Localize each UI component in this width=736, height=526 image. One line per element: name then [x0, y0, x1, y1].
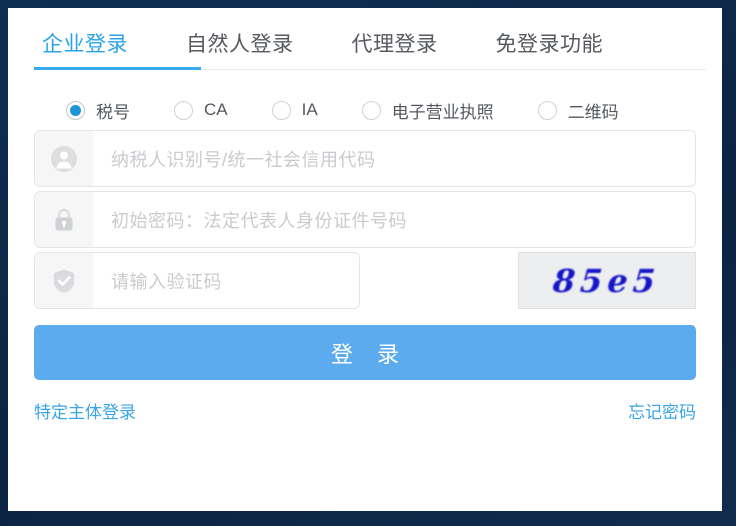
radio-label: CA	[204, 100, 228, 119]
login-card: 企业登录 自然人登录 代理登录 免登录功能 税号 CA IA 电子营业执照 二维…	[8, 8, 722, 511]
forgot-password-link[interactable]: 忘记密码	[628, 398, 696, 423]
captcha-field-row: 请输入验证码 85e5	[8, 252, 722, 309]
shield-check-icon	[35, 253, 93, 308]
login-button[interactable]: 登 录	[34, 325, 696, 380]
username-field-row: 纳税人识别号/统一社会信用代码	[8, 130, 722, 187]
tab-label: 自然人登录	[186, 33, 294, 56]
tab-enterprise-login[interactable]: 企业登录	[42, 28, 128, 70]
radio-option-ca[interactable]: CA	[174, 100, 228, 120]
radio-mark-icon	[537, 100, 557, 120]
radio-label: IA	[301, 100, 318, 119]
radio-label: 二维码	[567, 102, 619, 122]
username-input[interactable]: 纳税人识别号/统一社会信用代码	[93, 146, 695, 172]
tab-natural-person-login[interactable]: 自然人登录	[186, 28, 294, 70]
captcha-image-text: 85e5	[551, 261, 662, 300]
password-input-shell[interactable]: 初始密码：法定代表人身份证件号码	[34, 191, 696, 248]
password-input[interactable]: 初始密码：法定代表人身份证件号码	[93, 207, 695, 233]
radio-mark-icon	[66, 100, 85, 120]
radio-label: 税号	[96, 102, 130, 122]
radio-option-qr-code[interactable]: 二维码	[537, 98, 619, 123]
user-icon	[35, 131, 93, 186]
tab-label: 代理登录	[351, 33, 438, 56]
radio-option-e-business-license[interactable]: 电子营业执照	[361, 98, 494, 123]
tab-no-login-functions[interactable]: 免登录功能	[496, 28, 604, 70]
tab-active-underline	[34, 67, 201, 70]
tab-label: 免登录功能	[495, 33, 603, 56]
captcha-input-shell[interactable]: 请输入验证码	[34, 252, 360, 309]
radio-mark-icon	[174, 100, 193, 120]
auth-method-radio-group: 税号 CA IA 电子营业执照 二维码	[8, 70, 722, 126]
password-field-row: 初始密码：法定代表人身份证件号码	[8, 191, 722, 248]
login-button-row: 登 录	[8, 309, 722, 380]
username-input-shell[interactable]: 纳税人识别号/统一社会信用代码	[34, 130, 696, 187]
app-frame: 企业登录 自然人登录 代理登录 免登录功能 税号 CA IA 电子营业执照 二维…	[0, 0, 736, 526]
tab-label: 企业登录	[42, 33, 128, 56]
bottom-links: 特定主体登录 忘记密码	[8, 380, 722, 423]
tab-agent-login[interactable]: 代理登录	[352, 28, 438, 70]
radio-label: 电子营业执照	[391, 102, 494, 122]
specific-entity-login-link[interactable]: 特定主体登录	[34, 398, 136, 423]
radio-mark-icon	[271, 100, 291, 120]
login-tab-bar: 企业登录 自然人登录 代理登录 免登录功能	[8, 8, 722, 70]
radio-mark-icon	[361, 100, 381, 120]
captcha-input[interactable]: 请输入验证码	[93, 268, 359, 294]
radio-option-tax-number[interactable]: 税号	[66, 98, 130, 123]
lock-icon	[35, 192, 93, 247]
radio-option-ia[interactable]: IA	[271, 100, 318, 120]
captcha-image[interactable]: 85e5	[517, 252, 696, 309]
